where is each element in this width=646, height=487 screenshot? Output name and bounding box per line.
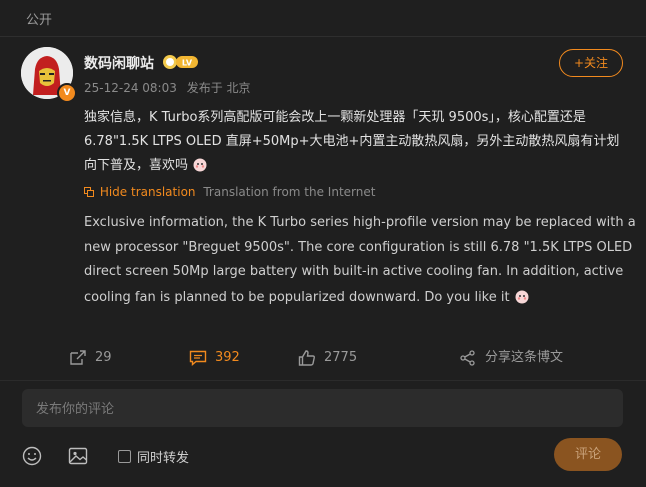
repost-toggle-label: 同时转发 bbox=[137, 451, 190, 466]
translated-body: Exclusive information, the K Turbo serie… bbox=[84, 211, 636, 310]
repost-icon bbox=[70, 350, 86, 365]
hide-translation-link[interactable]: Hide translation bbox=[100, 185, 196, 199]
post-body: 独家信息，K Turbo系列高配版可能会改上一颗新处理器「天玑 9500s」，核… bbox=[84, 106, 629, 178]
like-icon bbox=[298, 350, 315, 366]
comment-icon bbox=[189, 350, 207, 366]
visibility-label: 公开 bbox=[26, 13, 53, 28]
post-text: 独家信息，K Turbo系列高配版可能会改上一颗新处理器「天玑 9500s」，核… bbox=[84, 110, 620, 173]
translation-source: Translation from the Internet bbox=[203, 185, 376, 199]
emoji-icon[interactable] bbox=[22, 446, 42, 466]
share-icon bbox=[460, 350, 475, 366]
post-location: 发布于 北京 bbox=[186, 81, 251, 95]
repost-toggle[interactable]: 同时转发 bbox=[118, 447, 189, 466]
share-label: 分享这条博文 bbox=[485, 350, 564, 365]
level-badge-icon: LV bbox=[163, 55, 198, 69]
image-icon[interactable] bbox=[68, 446, 88, 466]
translation-toggle-row: Hide translation Translation from the In… bbox=[84, 185, 375, 199]
post-meta: 25-12-24 08:03 发布于 北京 bbox=[84, 79, 257, 96]
level-text: LV bbox=[182, 59, 193, 68]
divider bbox=[0, 380, 646, 381]
repost-checkbox[interactable] bbox=[118, 450, 131, 463]
emoji-sticker-icon bbox=[193, 158, 207, 172]
comment-count: 392 bbox=[215, 350, 240, 365]
comment-toolbar: 同时转发 评论 bbox=[0, 438, 646, 474]
emoji-sticker-icon bbox=[515, 290, 529, 303]
top-bar: 公开 bbox=[0, 0, 646, 37]
translate-icon bbox=[84, 187, 94, 197]
comment-input[interactable] bbox=[34, 389, 615, 429]
post-timestamp[interactable]: 25-12-24 08:03 bbox=[84, 81, 177, 95]
author-name[interactable]: 数码闲聊站 bbox=[84, 53, 154, 73]
comment-box[interactable] bbox=[22, 389, 623, 429]
repost-count: 29 bbox=[95, 350, 112, 365]
verified-badge: V bbox=[57, 83, 77, 103]
action-bar: 29 392 2775 分享这条博文 bbox=[0, 344, 646, 372]
follow-button[interactable]: +关注 bbox=[559, 49, 623, 77]
like-count: 2775 bbox=[324, 350, 358, 365]
submit-comment-button[interactable]: 评论 bbox=[554, 438, 622, 471]
translated-text: Exclusive information, the K Turbo serie… bbox=[84, 215, 636, 305]
